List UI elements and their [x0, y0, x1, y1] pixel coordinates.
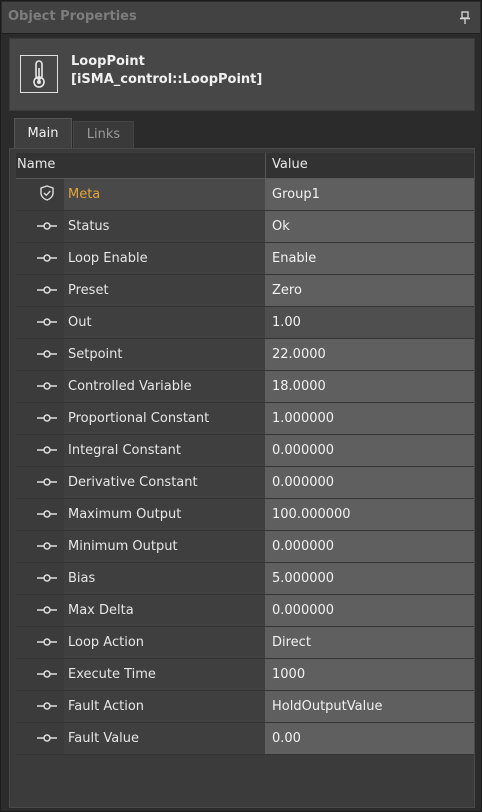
property-row-minimum-output[interactable]: Minimum Output 0.000000 — [16, 531, 474, 563]
object-header: LoopPoint [iSMA_control::LoopPoint] — [9, 38, 475, 111]
property-value[interactable]: 0.00 — [272, 731, 301, 746]
name-cell — [64, 307, 265, 338]
tab-main[interactable]: Main — [14, 118, 72, 149]
property-row-setpoint[interactable]: Setpoint 22.0000 — [16, 339, 474, 371]
shield-check-icon — [36, 185, 58, 201]
slot-connector-icon — [36, 700, 58, 712]
property-label: Integral Constant — [68, 443, 181, 458]
grid-header: Name Value — [16, 153, 474, 179]
property-row-out[interactable]: Out 1.00 — [16, 307, 474, 339]
property-label: Execute Time — [68, 667, 156, 682]
column-header-name[interactable]: Name — [17, 157, 55, 172]
property-row-maximum-output[interactable]: Maximum Output 100.000000 — [16, 499, 474, 531]
property-row-meta[interactable]: Meta Group1 — [16, 179, 474, 211]
slot-connector-icon — [36, 348, 58, 360]
property-label: Preset — [68, 283, 109, 298]
property-label: Setpoint — [68, 347, 123, 362]
column-divider[interactable] — [265, 153, 266, 178]
property-value[interactable]: 1000 — [272, 667, 305, 682]
pin-icon[interactable] — [459, 10, 471, 24]
value-cell[interactable] — [265, 211, 474, 242]
property-row-derivative-constant[interactable]: Derivative Constant 0.000000 — [16, 467, 474, 499]
property-label: Meta — [68, 187, 101, 202]
property-label: Controlled Variable — [68, 379, 192, 394]
property-label: Bias — [68, 571, 96, 586]
property-value[interactable]: 1.000000 — [272, 411, 334, 426]
property-label: Out — [68, 315, 92, 330]
property-label: Maximum Output — [68, 507, 182, 522]
property-label: Loop Enable — [68, 251, 148, 266]
property-label: Loop Action — [68, 635, 145, 650]
property-label: Max Delta — [68, 603, 134, 618]
property-label: Fault Action — [68, 699, 145, 714]
property-value[interactable]: Group1 — [272, 187, 320, 202]
property-value[interactable]: 0.000000 — [272, 539, 334, 554]
slot-connector-icon — [36, 284, 58, 296]
property-label: Minimum Output — [68, 539, 178, 554]
property-row-max-delta[interactable]: Max Delta 0.000000 — [16, 595, 474, 627]
object-name: LoopPoint — [71, 54, 145, 69]
property-row-preset[interactable]: Preset Zero — [16, 275, 474, 307]
properties-grid: Name Value Meta Group1 Status Ok Loop Enable… — [16, 153, 474, 755]
thermometer-icon — [20, 55, 58, 93]
slot-connector-icon — [36, 252, 58, 264]
property-row-fault-action[interactable]: Fault Action HoldOutputValue — [16, 691, 474, 723]
property-value[interactable]: 100.000000 — [272, 507, 351, 522]
slot-connector-icon — [36, 316, 58, 328]
property-row-loop-enable[interactable]: Loop Enable Enable — [16, 243, 474, 275]
slot-connector-icon — [36, 508, 58, 520]
slot-connector-icon — [36, 412, 58, 424]
property-label: Proportional Constant — [68, 411, 210, 426]
slot-connector-icon — [36, 444, 58, 456]
tab-links[interactable]: Links — [73, 121, 134, 149]
property-row-controlled-variable[interactable]: Controlled Variable 18.0000 — [16, 371, 474, 403]
property-row-integral-constant[interactable]: Integral Constant 0.000000 — [16, 435, 474, 467]
property-value[interactable]: Ok — [272, 219, 290, 234]
property-row-fault-value[interactable]: Fault Value 0.00 — [16, 723, 474, 755]
panel-titlebar: Object Properties — [2, 2, 480, 34]
properties-content: Name Value Meta Group1 Status Ok Loop Enable… — [9, 148, 475, 808]
property-value[interactable]: HoldOutputValue — [272, 699, 382, 714]
property-value[interactable]: 5.000000 — [272, 571, 334, 586]
tab-bar: Main Links — [9, 118, 475, 149]
property-row-status[interactable]: Status Ok — [16, 211, 474, 243]
property-value[interactable]: Direct — [272, 635, 311, 650]
slot-connector-icon — [36, 220, 58, 232]
slot-connector-icon — [36, 732, 58, 744]
slot-connector-icon — [36, 380, 58, 392]
property-value[interactable]: 0.000000 — [272, 443, 334, 458]
column-header-value[interactable]: Value — [272, 157, 308, 172]
grid-rows: Meta Group1 Status Ok Loop Enable Enable Prese… — [16, 179, 474, 755]
property-row-execute-time[interactable]: Execute Time 1000 — [16, 659, 474, 691]
property-row-bias[interactable]: Bias 5.000000 — [16, 563, 474, 595]
property-value[interactable]: Enable — [272, 251, 316, 266]
property-value[interactable]: 22.0000 — [272, 347, 326, 362]
property-row-proportional-constant[interactable]: Proportional Constant 1.000000 — [16, 403, 474, 435]
property-value[interactable]: 0.000000 — [272, 603, 334, 618]
property-row-loop-action[interactable]: Loop Action Direct — [16, 627, 474, 659]
slot-connector-icon — [36, 572, 58, 584]
slot-connector-icon — [36, 476, 58, 488]
panel-title: Object Properties — [8, 9, 137, 24]
slot-connector-icon — [36, 540, 58, 552]
property-label: Derivative Constant — [68, 475, 198, 490]
property-label: Status — [68, 219, 110, 234]
property-label: Fault Value — [68, 731, 140, 746]
slot-connector-icon — [36, 636, 58, 648]
object-properties-panel: Object Properties LoopPoint [iSMA_contro… — [0, 0, 482, 812]
slot-connector-icon — [36, 604, 58, 616]
object-type: [iSMA_control::LoopPoint] — [71, 72, 263, 87]
slot-connector-icon — [36, 668, 58, 680]
property-value[interactable]: 1.00 — [272, 315, 301, 330]
property-value[interactable]: 18.0000 — [272, 379, 326, 394]
property-value[interactable]: Zero — [272, 283, 302, 298]
property-value[interactable]: 0.000000 — [272, 475, 334, 490]
